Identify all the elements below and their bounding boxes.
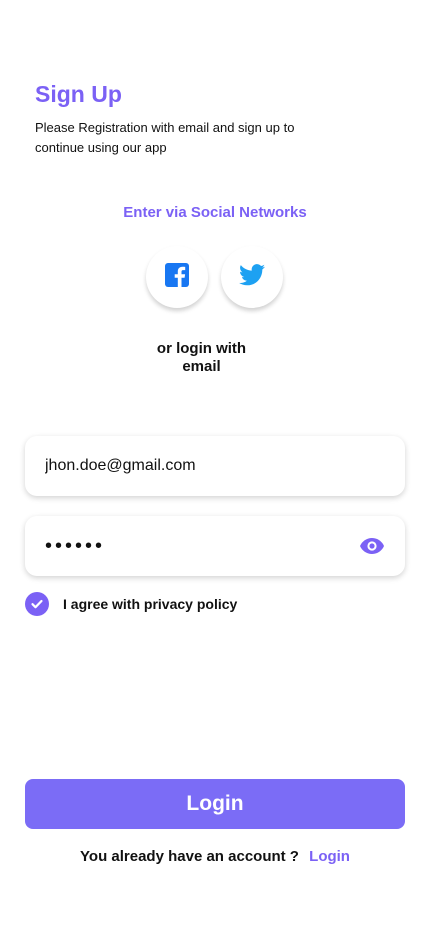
- email-field[interactable]: [25, 436, 405, 496]
- page-subtitle: Please Registration with email and sign …: [35, 120, 295, 155]
- login-link[interactable]: Login: [309, 848, 350, 865]
- check-icon: [31, 599, 43, 609]
- or-login-with-email: or login with email: [0, 340, 403, 376]
- login-prompt: You already have an account ? Login: [0, 848, 430, 865]
- social-heading: Enter via Social Networks: [123, 204, 307, 221]
- or-text-line-1: or login with: [156, 340, 247, 357]
- privacy-checkbox[interactable]: [25, 592, 49, 616]
- password-input[interactable]: [45, 534, 359, 558]
- email-input[interactable]: [45, 457, 385, 475]
- facebook-icon: [165, 262, 189, 292]
- signup-screen: Sign Up Please Registration with email a…: [0, 0, 430, 932]
- password-field[interactable]: [25, 516, 405, 576]
- or-text-line-2: email: [182, 358, 221, 375]
- eye-icon[interactable]: [359, 536, 385, 556]
- privacy-label: I agree with privacy policy: [63, 596, 238, 612]
- twitter-icon: [239, 263, 265, 291]
- facebook-login-button[interactable]: [146, 246, 208, 308]
- twitter-login-button[interactable]: [221, 246, 283, 308]
- page-title: Sign Up: [35, 81, 122, 107]
- login-button[interactable]: Login: [25, 779, 405, 829]
- login-prompt-text: You already have an account ?: [80, 848, 299, 865]
- privacy-agreement: I agree with privacy policy: [25, 592, 237, 616]
